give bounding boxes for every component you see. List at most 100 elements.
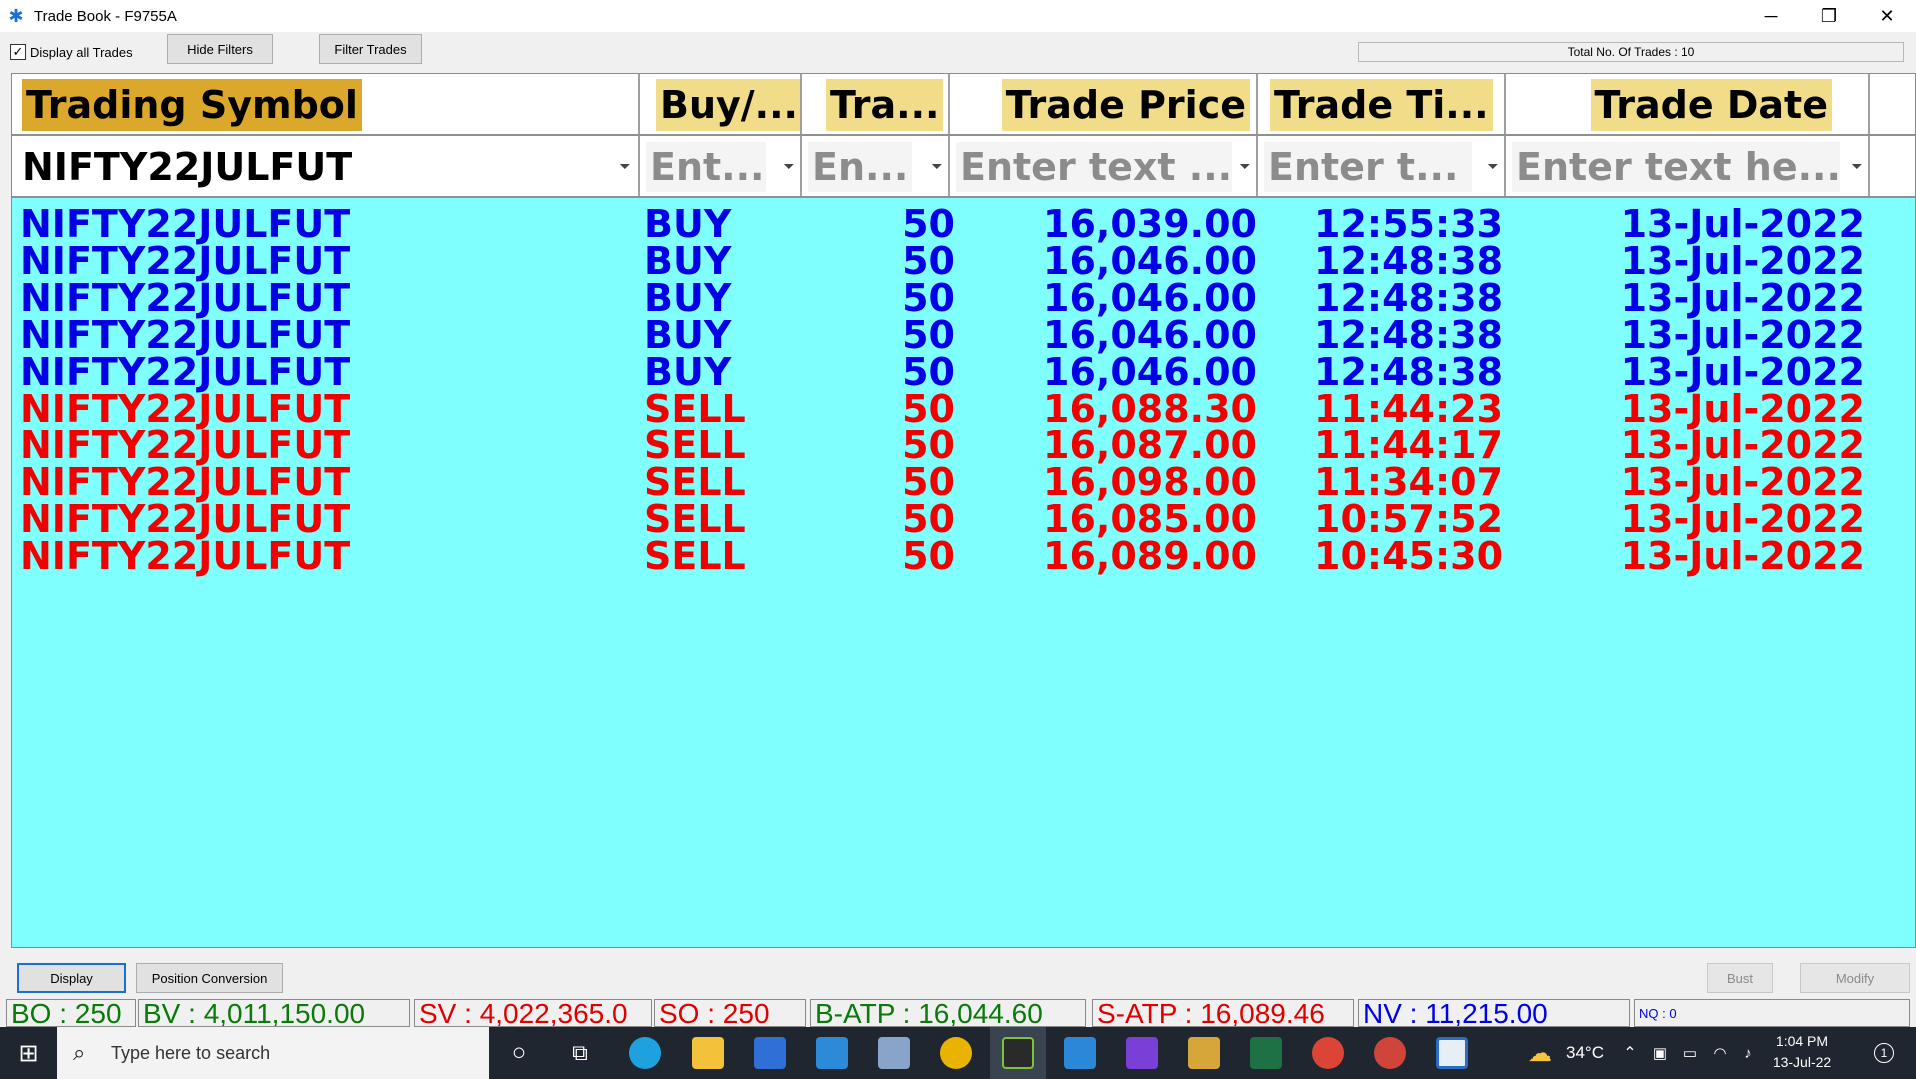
restore-button[interactable]: ❐	[1800, 0, 1858, 32]
notification-icon[interactable]: 1	[1862, 1027, 1906, 1079]
column-header-trade-price[interactable]: Trade Price	[950, 74, 1258, 134]
remote-desktop-icon[interactable]	[866, 1027, 922, 1079]
temperature-label: 34°C	[1566, 1043, 1604, 1062]
store-icon[interactable]	[742, 1027, 798, 1079]
window-app-icon[interactable]	[1424, 1027, 1480, 1079]
cell-symbol: NIFTY22JULFUT	[20, 534, 351, 579]
column-header-label: Trade Date	[1590, 79, 1832, 131]
cortana-icon[interactable]: ○	[494, 1027, 544, 1079]
start-button[interactable]: ⊞	[0, 1027, 57, 1079]
app-icon: ✱	[8, 6, 24, 26]
chrome-profile-icon[interactable]	[1300, 1027, 1356, 1079]
column-header-label: Tra...	[826, 79, 944, 131]
column-header-trade-qty[interactable]: Tra...	[802, 74, 950, 134]
weather-icon[interactable]: ☁	[1520, 1027, 1560, 1079]
cell-qty: 50	[902, 534, 955, 579]
display-all-trades-checkbox[interactable]: ✓	[10, 44, 26, 60]
filter-input-trade-time[interactable]: Enter t...	[1264, 142, 1472, 192]
cell-time: 10:45:30	[1314, 534, 1504, 579]
filter-funnel-icon[interactable]: ⏷	[618, 158, 632, 174]
battery-icon[interactable]: ▭	[1676, 1027, 1704, 1079]
status-sv: SV : 4,022,365.0	[414, 999, 652, 1027]
clock-date: 13-Jul-22	[1772, 1054, 1832, 1070]
title-bar: ✱ Trade Book - F9755A ─ ❐ ✕	[0, 0, 1916, 32]
filter-cell-trade-qty: En... ⏷	[802, 136, 950, 196]
status-bv: BV : 4,011,150.00	[138, 999, 410, 1027]
office-app-icon[interactable]	[1176, 1027, 1232, 1079]
filter-trades-button[interactable]: Filter Trades	[319, 34, 422, 64]
column-header-trade-time[interactable]: Trade Ti...	[1258, 74, 1506, 134]
cell-side: SELL	[644, 534, 746, 579]
status-s-atp: S-ATP : 16,089.46	[1092, 999, 1354, 1027]
filter-cell-trade-time: Enter t... ⏷	[1258, 136, 1506, 196]
filter-row: NIFTY22JULFUT ⏷ Ent... ⏷ En... ⏷ Enter t…	[12, 136, 1915, 198]
chrome-icon[interactable]	[928, 1027, 984, 1079]
filter-cell-trade-price: Enter text ... ⏷	[950, 136, 1258, 196]
display-all-trades-label: Display all Trades	[30, 44, 133, 60]
filter-cell-buy-sell: Ent... ⏷	[640, 136, 802, 196]
filter-cell-trading-symbol: NIFTY22JULFUT ⏷	[12, 136, 640, 196]
status-bar: BO : 250 BV : 4,011,150.00 SV : 4,022,36…	[0, 999, 1916, 1027]
window-controls: ─ ❐ ✕	[1742, 0, 1916, 32]
status-so: SO : 250	[654, 999, 806, 1027]
filter-funnel-icon[interactable]: ⏷	[1850, 158, 1864, 174]
meet-now-icon[interactable]: ▣	[1646, 1027, 1674, 1079]
column-header-label: Buy/...	[656, 79, 800, 131]
position-conversion-button[interactable]: Position Conversion	[136, 963, 283, 993]
close-button[interactable]: ✕	[1858, 0, 1916, 32]
status-nq: NQ : 0	[1634, 999, 1910, 1027]
filter-input-trade-qty[interactable]: En...	[808, 142, 912, 192]
volume-icon[interactable]: ♪	[1734, 1027, 1762, 1079]
header-row: Trading Symbol Buy/... Tra... Trade Pric…	[12, 74, 1915, 136]
cell-price: 16,089.00	[1043, 534, 1257, 579]
filter-input-trade-price[interactable]: Enter text ...	[956, 142, 1232, 192]
taskbar-search[interactable]: ⌕ Type here to search	[57, 1027, 489, 1079]
excel-icon[interactable]	[1238, 1027, 1294, 1079]
clock-time: 1:04 PM	[1775, 1033, 1829, 1049]
filter-input-buy-sell[interactable]: Ent...	[646, 142, 766, 192]
modify-button[interactable]: Modify	[1800, 963, 1910, 993]
wifi-icon[interactable]: ◠	[1706, 1027, 1734, 1079]
file-explorer-icon[interactable]	[680, 1027, 736, 1079]
temperature[interactable]: 34°C	[1560, 1027, 1610, 1079]
table-row[interactable]: NIFTY22JULFUT SELL 50 16,089.00 10:45:30 13-J…	[12, 534, 1915, 579]
filter-funnel-icon[interactable]: ⏷	[1486, 158, 1500, 174]
filter-input-trade-date[interactable]: Enter text he...	[1512, 142, 1840, 192]
mail-icon[interactable]	[804, 1027, 860, 1079]
total-trades-count: Total No. Of Trades : 10	[1358, 42, 1904, 62]
notification-count: 1	[1874, 1043, 1894, 1063]
edge-icon[interactable]	[617, 1027, 673, 1079]
trading-app-icon[interactable]	[990, 1027, 1046, 1079]
task-view-icon[interactable]: ⧉	[555, 1027, 605, 1079]
minimize-button[interactable]: ─	[1742, 0, 1800, 32]
status-b-atp: B-ATP : 16,044.60	[810, 999, 1086, 1027]
resize-tool-icon[interactable]	[1052, 1027, 1108, 1079]
filter-cell-trade-date: Enter text he... ⏷	[1506, 136, 1870, 196]
filter-funnel-icon[interactable]: ⏷	[930, 158, 944, 174]
taskbar: ⊞ ⌕ Type here to search ○ ⧉ ☁ 34°C ⌃ ▣ ▭…	[0, 1027, 1916, 1079]
status-bo: BO : 250	[6, 999, 136, 1027]
bust-button[interactable]: Bust	[1707, 963, 1773, 993]
column-header-label: Trade Ti...	[1270, 79, 1493, 131]
display-button[interactable]: Display	[17, 963, 126, 993]
column-header-label: Trading Symbol	[22, 79, 362, 131]
clock[interactable]: 1:04 PM 13-Jul-22	[1762, 1031, 1842, 1073]
column-header-buy-sell[interactable]: Buy/...	[640, 74, 802, 134]
status-nv: NV : 11,215.00	[1358, 999, 1630, 1027]
cell-date: 13-Jul-2022	[1620, 534, 1865, 579]
search-icon: ⌕	[73, 1040, 86, 1065]
hide-filters-button[interactable]: Hide Filters	[167, 34, 273, 64]
display-all-trades-toggle[interactable]: ✓ Display all Trades	[10, 44, 133, 60]
filter-funnel-icon[interactable]: ⏷	[782, 158, 796, 174]
chrome-profile-2-icon[interactable]	[1362, 1027, 1418, 1079]
column-header-trade-date[interactable]: Trade Date	[1506, 74, 1870, 134]
tray-chevron-icon[interactable]: ⌃	[1616, 1027, 1644, 1079]
column-header-label: Trade Price	[1001, 79, 1250, 131]
filter-input-trading-symbol[interactable]: NIFTY22JULFUT	[18, 142, 392, 192]
column-header-trading-symbol[interactable]: Trading Symbol	[12, 74, 640, 134]
trade-grid: Trading Symbol Buy/... Tra... Trade Pric…	[11, 73, 1916, 948]
window-title: Trade Book - F9755A	[34, 7, 177, 25]
affinity-icon[interactable]	[1114, 1027, 1170, 1079]
filter-funnel-icon[interactable]: ⏷	[1238, 158, 1252, 174]
search-placeholder: Type here to search	[111, 1042, 271, 1063]
